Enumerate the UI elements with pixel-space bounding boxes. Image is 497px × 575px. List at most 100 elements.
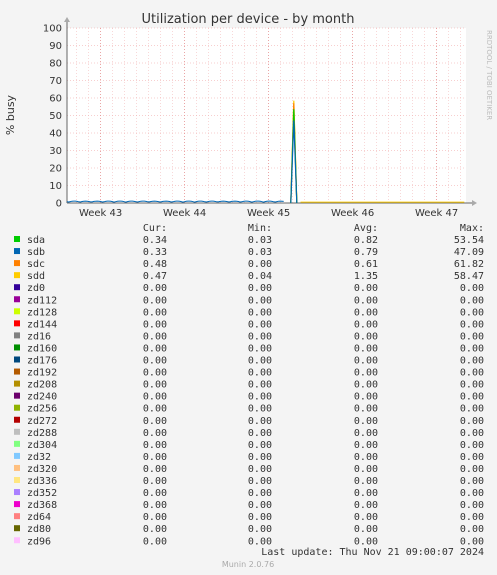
legend-swatch-zd192 [14,368,20,375]
legend-label-zd352: zd352 [27,488,57,499]
legend-min-sdd: 0.04 [248,271,272,282]
legend-min-zd192: 0.00 [248,368,272,379]
legend-swatch-zd96 [14,537,20,544]
legend-avg-zd32: 0.00 [354,452,378,463]
legend-avg-sda: 0.82 [354,235,378,246]
legend-avg-zd272: 0.00 [354,416,378,427]
legend-label-zd112: zd112 [27,295,57,306]
legend-min-zd80: 0.00 [248,524,272,535]
legend-label-sda: sda [27,235,45,246]
legend-cur-zd144: 0.00 [143,319,167,330]
legend-label-zd32: zd32 [27,452,51,463]
legend-swatch-zd160 [14,344,20,351]
legend-max-zd320: 0.00 [460,464,484,475]
y-tick-label: 10 [49,181,62,192]
legend-max-zd32: 0.00 [460,452,484,463]
legend-swatch-zd272 [14,416,20,423]
legend-cur-zd80: 0.00 [143,524,167,535]
legend-max-zd336: 0.00 [460,476,484,487]
legend-cur-sdb: 0.33 [143,247,167,258]
legend-cur-sdd: 0.47 [143,271,167,282]
legend-avg-zd0: 0.00 [354,283,378,294]
legend-max-zd352: 0.00 [460,488,484,499]
legend-max-zd144: 0.00 [460,319,484,330]
legend-label-zd272: zd272 [27,416,57,427]
legend-cur-zd256: 0.00 [143,404,167,415]
legend-swatch-sdd [14,272,20,279]
legend-label-zd192: zd192 [27,368,57,379]
rrdtool-watermark: RRDTOOL / TOBI OETIKER [485,30,493,120]
legend-swatch-zd32 [14,452,20,459]
legend-swatch-zd64 [14,513,20,520]
legend-swatch-sdb [14,248,20,255]
legend-avg-zd144: 0.00 [354,319,378,330]
legend-avg-zd96: 0.00 [354,536,378,547]
legend-max-sdc: 61.82 [454,259,484,270]
legend-label-zd208: zd208 [27,380,57,391]
legend-header-avg: Avg: [354,223,378,234]
legend-avg-zd128: 0.00 [354,307,378,318]
legend-min-sda: 0.03 [248,235,272,246]
legend-min-zd288: 0.00 [248,428,272,439]
legend-avg-zd336: 0.00 [354,476,378,487]
legend-cur-zd32: 0.00 [143,452,167,463]
legend-min-zd272: 0.00 [248,416,272,427]
legend-cur-zd352: 0.00 [143,488,167,499]
legend-min-zd320: 0.00 [248,464,272,475]
legend-label-zd80: zd80 [27,524,51,535]
legend-max-sda: 53.54 [454,235,484,246]
munin-version: Munin 2.0.76 [222,560,274,569]
legend-cur-zd0: 0.00 [143,283,167,294]
legend-label-sdd: sdd [27,271,45,282]
legend-swatch-sdc [14,260,20,267]
legend-swatch-zd208 [14,380,20,387]
legend-cur-zd192: 0.00 [143,368,167,379]
legend-cur-zd272: 0.00 [143,416,167,427]
legend-header-max: Max: [460,223,484,234]
legend-label-sdc: sdc [27,259,45,270]
last-update: Last update: Thu Nov 21 09:00:07 2024 [261,547,484,558]
y-tick-label: 70 [49,76,62,87]
legend-cur-zd96: 0.00 [143,536,167,547]
legend-avg-zd160: 0.00 [354,343,378,354]
legend-swatch-zd320 [14,464,20,471]
legend-avg-zd192: 0.00 [354,368,378,379]
legend-swatch-zd352 [14,489,20,496]
legend-avg-zd320: 0.00 [354,464,378,475]
legend-swatch-sda [14,236,20,242]
legend-min-zd240: 0.00 [248,392,272,403]
legend-max-zd176: 0.00 [460,356,484,367]
x-tick-label: Week 47 [415,208,458,219]
legend-swatch-zd0 [14,284,20,291]
legend-max-zd96: 0.00 [460,536,484,547]
legend-swatch-zd128 [14,308,20,315]
legend-max-zd16: 0.00 [460,331,484,342]
legend-min-zd336: 0.00 [248,476,272,487]
legend-min-zd16: 0.00 [248,331,272,342]
legend-max-zd160: 0.00 [460,343,484,354]
legend-swatch-zd288 [14,428,20,435]
legend-min-zd304: 0.00 [248,440,272,451]
legend-label-zd288: zd288 [27,428,57,439]
legend-cur-zd288: 0.00 [143,428,167,439]
legend-swatch-zd256 [14,404,20,411]
legend-cur-zd176: 0.00 [143,356,167,367]
legend-min-zd128: 0.00 [248,307,272,318]
legend-avg-sdc: 0.61 [354,259,378,270]
legend-swatch-zd368 [14,501,20,508]
legend-label-zd176: zd176 [27,356,57,367]
legend-swatch-zd240 [14,392,20,399]
y-tick-label: 50 [49,111,62,122]
legend-min-sdc: 0.00 [248,259,272,270]
legend-cur-zd16: 0.00 [143,331,167,342]
legend-avg-zd352: 0.00 [354,488,378,499]
legend-max-zd112: 0.00 [460,295,484,306]
legend-label-sdb: sdb [27,247,45,258]
legend-max-sdd: 58.47 [454,271,484,282]
legend-max-zd128: 0.00 [460,307,484,318]
legend-label-zd16: zd16 [27,331,51,342]
legend-swatch-zd144 [14,320,20,327]
legend-header-cur: Cur: [143,223,167,234]
legend-label-zd368: zd368 [27,500,57,511]
legend-max-zd64: 0.00 [460,512,484,523]
